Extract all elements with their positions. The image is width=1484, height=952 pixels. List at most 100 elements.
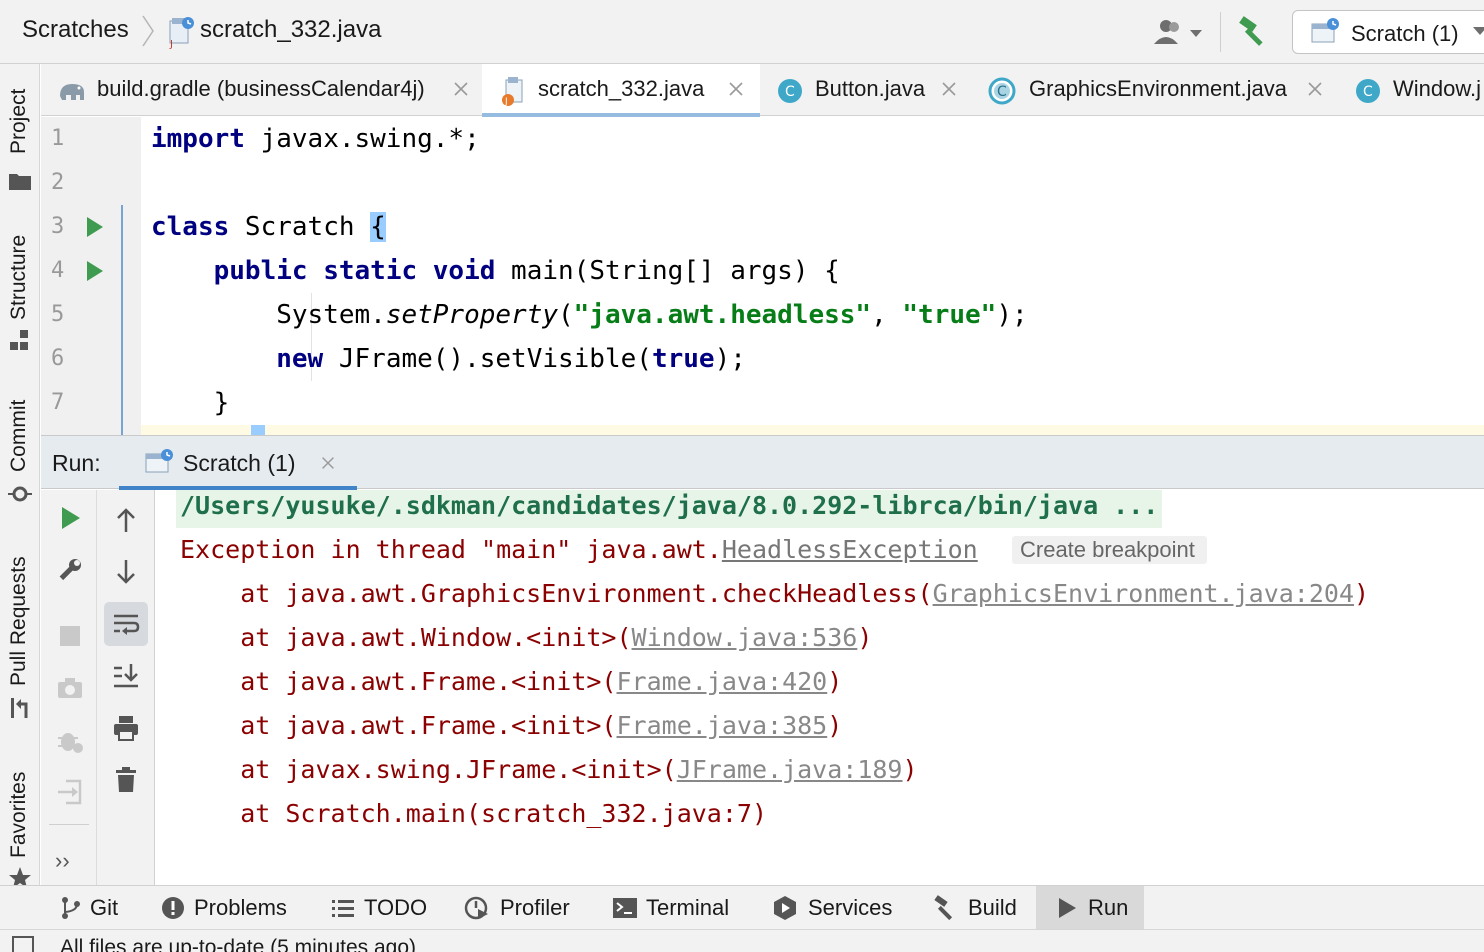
soft-wrap-button[interactable] (104, 602, 148, 646)
editor-tab-button-java[interactable]: C Button.java (761, 64, 969, 116)
close-icon[interactable] (939, 79, 959, 99)
tool-tab-services[interactable]: Services (764, 886, 914, 930)
trash-icon (116, 767, 136, 792)
tool-tab-run-label: Run (1088, 895, 1129, 920)
user-account-icon[interactable] (1150, 18, 1206, 46)
tool-tab-build-label: Build (968, 895, 1017, 920)
arrow-up-icon (117, 508, 135, 532)
line-number: 6 (51, 346, 65, 371)
stop-button[interactable] (48, 614, 92, 658)
clear-all-button[interactable] (104, 758, 148, 802)
scroll-up-button[interactable] (104, 498, 148, 542)
tool-tab-commit-label: Commit (7, 399, 30, 472)
scroll-to-end-button[interactable] (104, 654, 148, 698)
terminal-icon (613, 898, 637, 918)
editor-tab-window-java[interactable]: C Window.j (1337, 64, 1484, 116)
import-tests-button[interactable] (48, 770, 92, 814)
close-icon[interactable] (319, 454, 337, 472)
run-secondary-toolbar (97, 490, 155, 885)
tool-tab-build[interactable]: Build (924, 886, 1034, 930)
source-link[interactable]: GraphicsEnvironment.java:204 (933, 579, 1354, 608)
scroll-down-button[interactable] (104, 550, 148, 594)
exception-class-link[interactable]: HeadlessException (722, 535, 978, 564)
git-branch-icon (62, 897, 80, 919)
bottom-tool-window-bar: Git Problems TODO Profiler Terminal Serv… (0, 885, 1484, 930)
print-button[interactable] (104, 706, 148, 750)
tool-tab-pull-requests[interactable]: Pull Requests (0, 550, 40, 730)
pull-request-icon (11, 698, 28, 718)
build-hammer-icon[interactable] (1236, 16, 1270, 48)
line-number: 1 (51, 126, 65, 151)
editor-tab-graphics-environment[interactable]: C GraphicsEnvironment.java (971, 64, 1327, 116)
tool-tab-structure-label: Structure (7, 234, 30, 320)
debug-settings-button[interactable] (48, 718, 92, 762)
java-scratch-icon: J (502, 77, 523, 106)
wrench-icon (59, 559, 81, 581)
tool-tab-git[interactable]: Git (50, 886, 150, 930)
breadcrumb-scratches[interactable]: Scratches (22, 16, 129, 44)
source-link[interactable]: JFrame.java:189 (677, 755, 903, 784)
code-line-4: public static void main(String[] args) { (213, 256, 840, 286)
close-icon[interactable] (726, 79, 746, 99)
scope-indicator (121, 205, 123, 435)
scroll-to-end-icon (114, 664, 138, 688)
tool-tab-structure[interactable]: Structure (0, 224, 40, 354)
tool-tab-todo[interactable]: TODO (322, 886, 452, 930)
create-breakpoint-link[interactable]: Create breakpoint (1012, 536, 1207, 564)
status-bar-toggle-icon[interactable] (12, 936, 34, 952)
run-gutter-icon[interactable] (85, 215, 105, 239)
tool-tab-run[interactable]: Run (1036, 886, 1144, 930)
tool-tab-problems-label: Problems (194, 895, 287, 920)
run-console-output[interactable]: /Users/yusuke/.sdkman/candidates/java/8.… (156, 490, 1484, 885)
tool-tab-terminal[interactable]: Terminal (604, 886, 754, 930)
editor-tab-label: Window.j (1393, 76, 1482, 101)
tool-tab-problems[interactable]: Problems (152, 886, 312, 930)
left-tool-strip: Project Structure Commit Pull Requests F… (0, 64, 40, 888)
close-icon[interactable] (451, 79, 471, 99)
tool-tab-profiler[interactable]: Profiler (456, 886, 596, 930)
editor-tab-scratch-332[interactable]: J scratch_332.java (482, 64, 760, 117)
application-config-icon (1311, 18, 1339, 43)
source-link[interactable]: Frame.java:420 (617, 667, 828, 696)
code-editor[interactable]: 1 2 3 4 5 6 7 import javax.swing.*; clas… (41, 117, 1484, 435)
bug-icon (58, 733, 83, 753)
code-line-3: class Scratch { (151, 212, 386, 242)
breadcrumb-scratch-file[interactable]: scratch_332.java (200, 16, 381, 44)
gradle-elephant-icon (60, 84, 84, 100)
dump-threads-button[interactable] (48, 666, 92, 710)
code-line-1: import javax.swing.*; (151, 124, 480, 154)
console-command-line[interactable]: /Users/yusuke/.sdkman/candidates/java/8.… (176, 490, 1163, 528)
run-tab-label: Scratch (1) (183, 450, 296, 476)
code-area[interactable]: import javax.swing.*; class Scratch { pu… (141, 117, 1484, 435)
run-configuration-selector[interactable]: Scratch (1) (1292, 10, 1484, 54)
tool-tab-project[interactable]: Project (0, 74, 40, 194)
tool-tab-profiler-label: Profiler (500, 895, 570, 920)
run-window-title: Run: (52, 450, 101, 476)
run-tool-window-header: Run: Scratch (1) (41, 435, 1484, 490)
run-gutter-icon[interactable] (85, 259, 105, 283)
more-actions-icon[interactable]: ›› (55, 848, 70, 874)
profiler-icon (464, 896, 488, 920)
tool-tab-favorites[interactable]: Favorites (0, 764, 40, 888)
stop-icon (60, 626, 80, 646)
camera-icon (58, 678, 82, 698)
tool-tab-services-label: Services (808, 895, 893, 920)
source-link[interactable]: Frame.java:385 (617, 711, 828, 740)
rerun-button[interactable] (48, 496, 92, 540)
line-number: 7 (51, 390, 65, 415)
close-icon[interactable] (1305, 79, 1325, 99)
java-scratch-file-icon: J (169, 17, 194, 49)
tool-tab-favorites-label: Favorites (7, 771, 30, 858)
stack-trace-line[interactable]: at Scratch.main(scratch_332.java:7) (180, 792, 767, 836)
code-line-6: new JFrame().setVisible(true); (276, 344, 746, 374)
console-exception-line: Exception in thread "main" java.awt.Head… (180, 535, 978, 564)
edit-configuration-button[interactable] (48, 548, 92, 592)
java-abstract-class-icon: C (988, 77, 1016, 105)
tool-tab-commit[interactable]: Commit (0, 390, 40, 510)
editor-tab-build-gradle[interactable]: build.gradle (businessCalendar4j) (41, 64, 481, 116)
line-number: 2 (51, 170, 65, 195)
run-tab-scratch[interactable]: Scratch (1) (119, 436, 357, 490)
source-link[interactable]: Window.java:536 (632, 623, 858, 652)
svg-text:C: C (1363, 84, 1373, 100)
navigation-bar: Scratches J scratch_332.java Scratch (1) (0, 0, 1484, 64)
